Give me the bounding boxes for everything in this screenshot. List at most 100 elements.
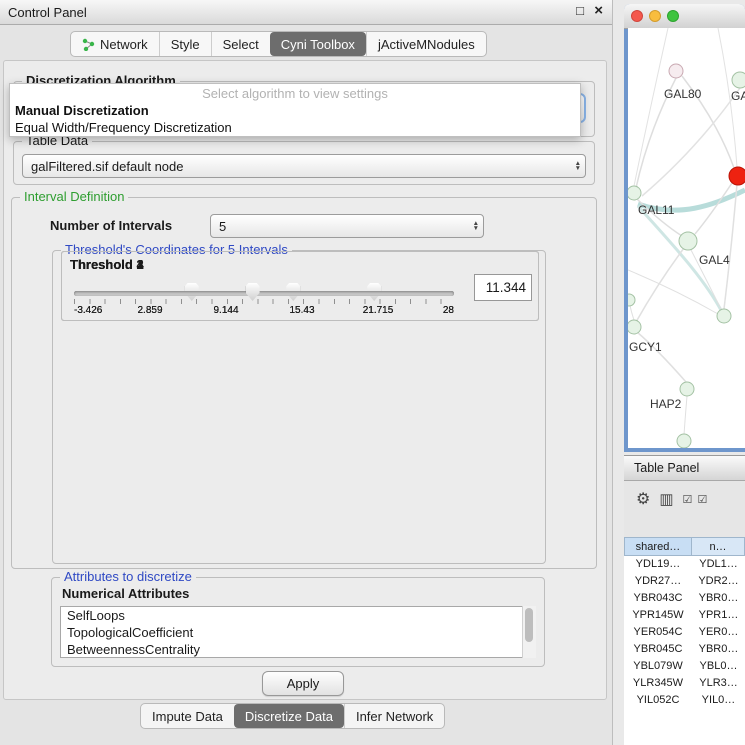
table-cell[interactable]: YBR0… — [692, 641, 745, 658]
bottom-tab[interactable]: Discretize Data — [234, 704, 344, 728]
table-row[interactable]: YDL19… YDL1… — [624, 556, 745, 573]
top-tab[interactable]: Select — [211, 32, 270, 56]
numerical-attributes-label: Numerical Attributes — [62, 586, 189, 601]
attribute-list-item[interactable]: BetweennessCentrality — [61, 641, 535, 658]
attribute-list-item[interactable]: SelfLoops — [61, 607, 535, 624]
table-cell[interactable]: YDR27… — [624, 573, 692, 590]
scale-label: -3.426 — [74, 305, 102, 316]
network-view-window: GAL80GAGAL11GAL4GCY1HAP2 — [624, 4, 745, 452]
network-graph[interactable]: GAL80GAGAL11GAL4GCY1HAP2 — [628, 28, 745, 448]
numerical-attributes-list: SelfLoops TopologicalCoefficient Between… — [60, 606, 536, 658]
table-cell[interactable]: YER054C — [624, 624, 692, 641]
table-cell[interactable]: YLR345W — [624, 675, 692, 692]
table-row[interactable]: YBR043C YBR0… — [624, 590, 745, 607]
table-cell[interactable]: YDL19… — [624, 556, 692, 573]
network-node[interactable] — [732, 72, 745, 88]
slider-scale: -3.426 2.859 9.144 15.43 21.715 28 — [74, 305, 454, 317]
table-row[interactable]: YDR27… YDR2… — [624, 573, 745, 590]
top-tab[interactable]: Cyni Toolbox — [270, 32, 366, 56]
cyni-panel-body: Discretization Algorithm Select algorith… — [3, 60, 607, 700]
slider-ticks — [74, 299, 454, 304]
table-cell[interactable]: YDL1… — [692, 556, 745, 573]
network-node[interactable] — [677, 434, 691, 448]
network-window-titlebar — [624, 4, 745, 29]
top-tab[interactable]: Network — [71, 32, 159, 56]
network-node[interactable] — [628, 320, 641, 334]
column-header[interactable]: shared… — [624, 537, 692, 556]
num-intervals-select[interactable]: 5 ▲ ▼ — [210, 214, 484, 238]
scrollbar-thumb[interactable] — [525, 608, 533, 642]
table-row[interactable]: YPR145W YPR1… — [624, 607, 745, 624]
table-row[interactable]: YBL079W YBL0… — [624, 658, 745, 675]
network-node[interactable] — [628, 186, 641, 200]
close-icon[interactable]: × — [594, 2, 603, 19]
threshold-slider[interactable]: -3.426 2.859 9.144 15.43 21.715 28 — [74, 286, 454, 318]
table-cell[interactable]: YPR145W — [624, 607, 692, 624]
table-cell[interactable]: YER0… — [692, 624, 745, 641]
stepper-down-icon: ▼ — [473, 226, 479, 232]
dropdown-header: Select algorithm to view settings — [10, 86, 580, 102]
table-cell[interactable]: YBR045C — [624, 641, 692, 658]
table-cell[interactable]: YBL0… — [692, 658, 745, 675]
algorithm-option[interactable]: Manual Discretization — [10, 102, 580, 119]
apply-button[interactable]: Apply — [262, 671, 344, 696]
table-cell[interactable]: YBR043C — [624, 590, 692, 607]
top-tab-label: jActiveMNodules — [378, 37, 475, 52]
network-node[interactable] — [669, 64, 683, 78]
network-edge — [642, 88, 740, 196]
scale-label: 2.859 — [137, 305, 162, 316]
zoom-traffic-icon[interactable] — [667, 10, 679, 22]
table-rows: YDL19… YDL1… YDR27… YDR2… YBR043C YBR0… … — [624, 556, 745, 745]
control-panel-titlebar: Control Panel □ × — [0, 0, 612, 25]
table-data-group: Table Data galFiltered.sif default node … — [13, 141, 595, 185]
network-node[interactable] — [729, 167, 745, 185]
stepper-down-icon: ▼ — [575, 166, 581, 172]
column-header[interactable]: n… — [692, 537, 745, 556]
top-tabbar: Network Style — [70, 31, 487, 57]
close-traffic-icon[interactable] — [631, 10, 643, 22]
network-node[interactable] — [679, 232, 697, 250]
table-cell[interactable]: YPR1… — [692, 607, 745, 624]
top-tab-label: Network — [100, 37, 148, 52]
table-data-select[interactable]: galFiltered.sif default node ▲ ▼ — [22, 154, 586, 178]
network-node[interactable] — [628, 294, 635, 306]
combo-stepper-icon: ▲ ▼ — [469, 221, 479, 232]
table-cell[interactable]: YIL0… — [692, 692, 745, 709]
network-node[interactable] — [717, 309, 731, 323]
table-cell[interactable]: YDR2… — [692, 573, 745, 590]
table-header-row: shared… n… — [624, 537, 745, 556]
list-scrollbar[interactable] — [522, 606, 536, 658]
threshold-label: Threshold 4 — [70, 257, 144, 272]
columns-icon[interactable]: ▥ — [659, 490, 673, 508]
table-row[interactable]: YLR345W YLR3… — [624, 675, 745, 692]
minimize-traffic-icon[interactable] — [649, 10, 661, 22]
top-tab-label: Select — [223, 37, 259, 52]
bottom-tab[interactable]: Impute Data — [141, 704, 234, 728]
control-panel-window: Control Panel □ × — [0, 0, 613, 745]
scale-label: 15.43 — [289, 305, 314, 316]
table-cell[interactable]: YBR0… — [692, 590, 745, 607]
network-canvas[interactable]: GAL80GAGAL11GAL4GCY1HAP2 — [628, 28, 745, 448]
network-node[interactable] — [680, 382, 694, 396]
table-cell[interactable]: YBL079W — [624, 658, 692, 675]
gear-icon[interactable]: ⚙ — [636, 489, 650, 509]
num-intervals-label: Number of Intervals — [50, 218, 172, 233]
attribute-list-item[interactable]: TopologicalCoefficient — [61, 624, 535, 641]
network-node-label: GAL80 — [664, 87, 702, 101]
top-tab[interactable]: Style — [159, 32, 211, 56]
float-window-icon[interactable]: □ — [576, 3, 584, 18]
threshold-value-field[interactable]: 11.344 — [474, 274, 532, 301]
slider-track[interactable] — [74, 291, 454, 296]
top-tab[interactable]: jActiveMNodules — [366, 32, 486, 56]
table-row[interactable]: YER054C YER0… — [624, 624, 745, 641]
scale-label: 9.144 — [213, 305, 238, 316]
table-row[interactable]: YIL052C YIL0… — [624, 692, 745, 709]
interval-definition-group: Interval Definition Number of Intervals … — [11, 197, 597, 569]
table-cell[interactable]: YIL052C — [624, 692, 692, 709]
attributes-group-label: Attributes to discretize — [60, 570, 196, 584]
bottom-tab[interactable]: Infer Network — [344, 704, 444, 728]
table-cell[interactable]: YLR3… — [692, 675, 745, 692]
select-checkboxes-icon[interactable]: ☑ ☑ — [683, 493, 709, 506]
algorithm-option[interactable]: Equal Width/Frequency Discretization — [10, 119, 580, 136]
table-row[interactable]: YBR045C YBR0… — [624, 641, 745, 658]
